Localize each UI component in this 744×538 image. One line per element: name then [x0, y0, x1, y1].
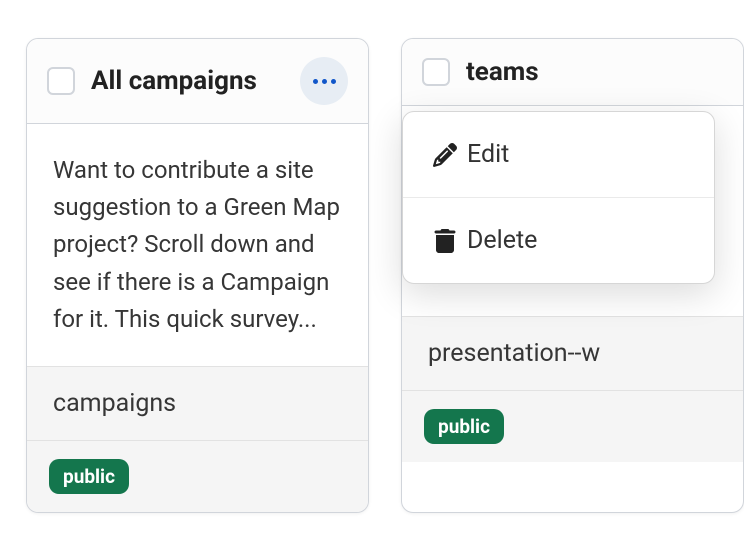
card-title: All campaigns: [91, 66, 300, 96]
card-footer: public: [27, 441, 368, 512]
select-checkbox[interactable]: [422, 58, 450, 86]
actions-dropdown: Edit Delete: [402, 111, 715, 284]
card-slug: presentation--w: [402, 316, 743, 391]
card-title: teams: [466, 57, 723, 87]
trash-icon: [433, 229, 457, 253]
visibility-badge: public: [49, 459, 129, 494]
card-footer: public: [402, 391, 743, 462]
card-description: Want to contribute a site suggestion to …: [27, 124, 368, 366]
select-checkbox[interactable]: [47, 67, 75, 95]
edit-label: Edit: [467, 140, 509, 169]
edit-action[interactable]: Edit: [403, 112, 714, 197]
pencil-icon: [433, 143, 457, 167]
campaign-card: All campaigns Want to contribute a site …: [26, 38, 369, 513]
delete-label: Delete: [467, 226, 537, 255]
delete-action[interactable]: Delete: [403, 197, 714, 283]
card-header: teams: [402, 39, 743, 106]
card-header: All campaigns: [27, 39, 368, 124]
visibility-badge: public: [424, 409, 504, 444]
card-slug: campaigns: [27, 366, 368, 441]
more-button[interactable]: [300, 57, 348, 105]
